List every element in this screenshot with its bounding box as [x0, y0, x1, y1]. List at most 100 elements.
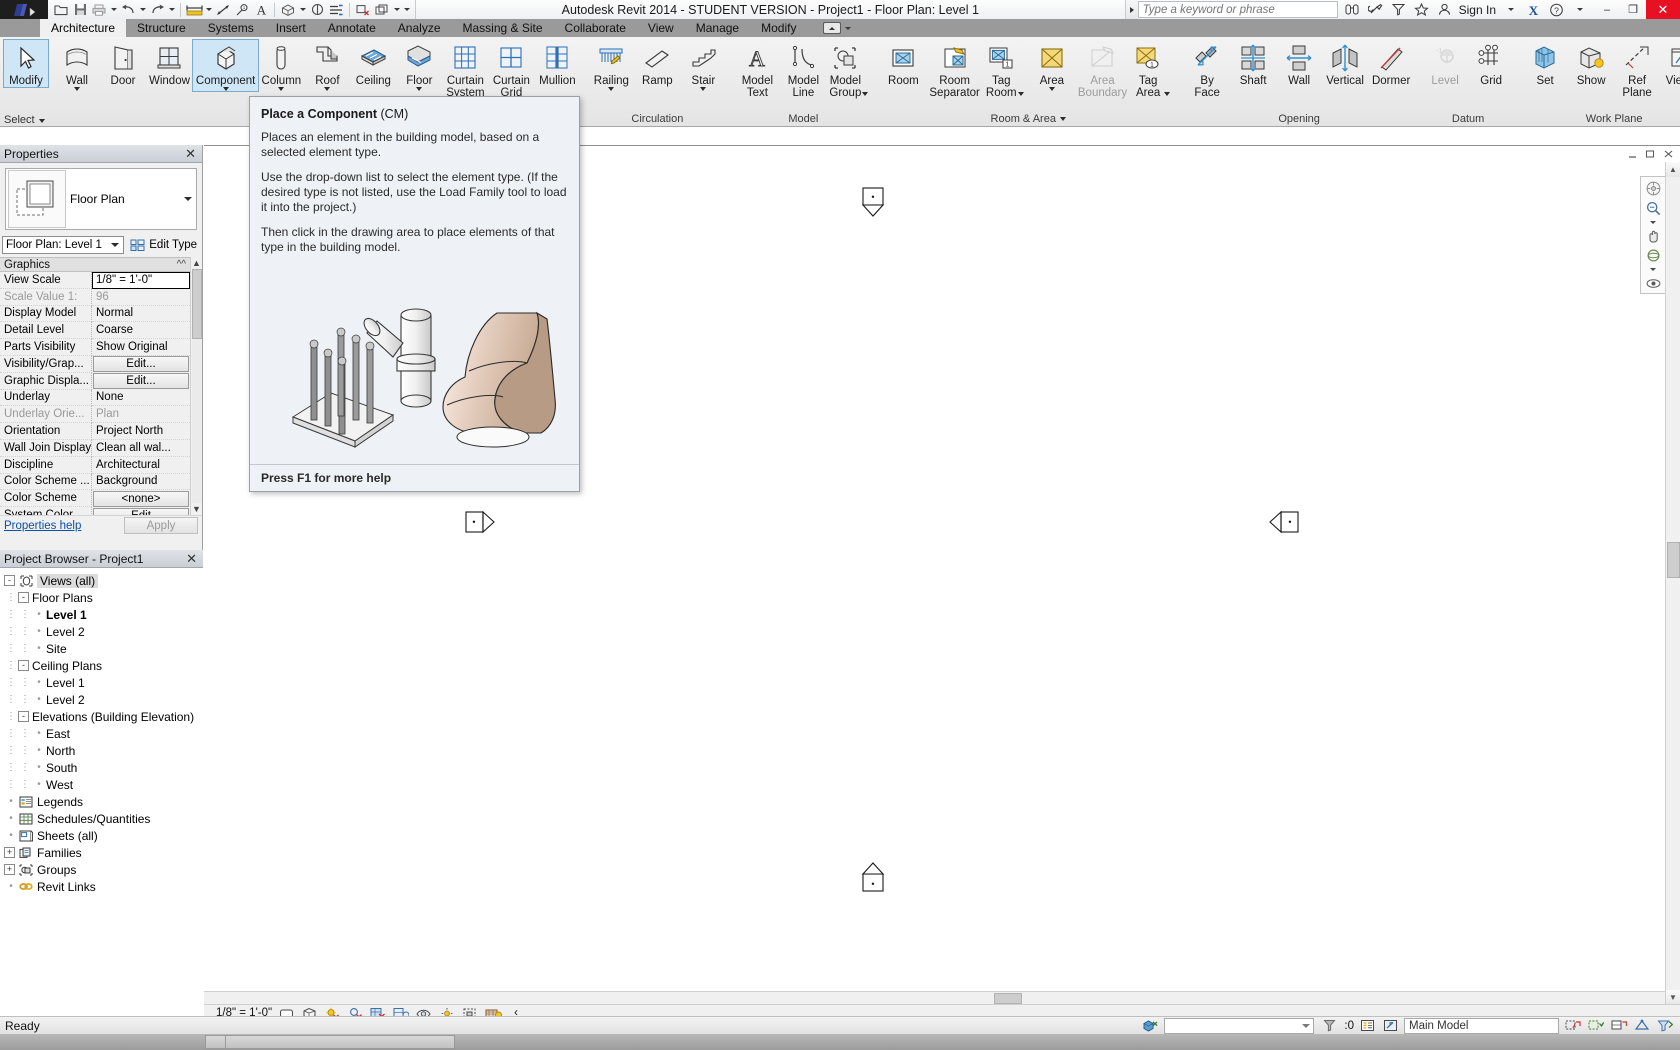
graphics-group-header[interactable]: Graphics ^^ — [0, 257, 190, 272]
tag-icon[interactable]: 1 — [233, 1, 251, 18]
property-value[interactable]: Show Original — [92, 339, 190, 356]
ribbon-tab-modify[interactable]: Modify — [750, 19, 807, 37]
design-options-display-icon[interactable] — [1381, 1018, 1400, 1034]
property-value[interactable]: None — [92, 390, 190, 407]
ribbon-tab-structure[interactable]: Structure — [126, 19, 197, 37]
property-row[interactable]: Scale Value 1: 96 — [0, 288, 190, 306]
filter-status-icon[interactable] — [1563, 1018, 1582, 1034]
worksets-icon[interactable] — [1358, 1018, 1377, 1034]
ribbon-button-modify[interactable]: Modify — [3, 39, 49, 88]
west-elevation-marker[interactable]: • — [464, 509, 496, 538]
measure-dropdown-arrow[interactable] — [204, 1, 213, 18]
edit-type-button[interactable]: Edit Type — [127, 238, 200, 252]
property-value[interactable]: 1/8" = 1'-0" — [92, 272, 190, 289]
apply-button[interactable]: Apply — [124, 517, 198, 534]
canvas-horizontal-scrollbar[interactable] — [204, 991, 1665, 1005]
subscription-wrench-icon[interactable] — [1365, 1, 1386, 19]
ribbon-button-model-group[interactable]: Model Group — [826, 40, 872, 99]
application-menu-button[interactable] — [0, 0, 48, 19]
search-input[interactable] — [1137, 1, 1338, 18]
undo-dropdown-arrow[interactable] — [138, 1, 147, 18]
property-value[interactable]: Coarse — [92, 322, 190, 340]
property-row[interactable]: Color Scheme ... Background — [0, 473, 190, 491]
ribbon-button-door[interactable]: Door — [100, 40, 146, 87]
scroll-track[interactable] — [191, 339, 202, 503]
dropdown-arrow-icon[interactable] — [608, 87, 614, 91]
view3d-dropdown-arrow[interactable] — [298, 1, 307, 18]
tree-node-schedules-quantities[interactable]: • Schedules/Quantities — [4, 810, 203, 827]
search-expand-arrow[interactable] — [1125, 0, 1138, 19]
property-row[interactable]: Wall Join Display Clean all wal... — [0, 439, 190, 457]
scroll-down-icon[interactable]: ▼ — [1666, 990, 1680, 1005]
ribbon-button-wall[interactable]: Wall — [1276, 40, 1322, 87]
tree-node-site[interactable]: ⋮ ⋮ • Site — [4, 640, 203, 657]
sign-in-button[interactable]: Sign In — [1457, 3, 1498, 17]
close-hidden-windows-icon[interactable] — [354, 1, 372, 18]
property-value[interactable]: Edit — [93, 507, 189, 515]
ribbon-button-by-face[interactable]: By Face — [1184, 40, 1230, 99]
property-row[interactable]: Visibility/Grap... Edit... — [0, 355, 190, 373]
ribbon-tab-massing-site[interactable]: Massing & Site — [452, 19, 554, 37]
filter-icon[interactable] — [1318, 1018, 1340, 1034]
ribbon-button-model-text[interactable]: A Model Text — [734, 40, 780, 99]
dropdown-arrow-icon[interactable] — [278, 87, 284, 91]
default-3d-view-icon[interactable] — [279, 1, 297, 18]
redo-dropdown-arrow[interactable] — [167, 1, 176, 18]
steering-wheel-icon[interactable] — [1642, 179, 1664, 198]
panel-label-select[interactable]: Select — [0, 114, 50, 126]
ribbon-button-show[interactable]: Show — [1568, 40, 1614, 87]
tree-node-level-2[interactable]: ⋮ ⋮ • Level 2 — [4, 623, 203, 640]
print-icon[interactable] — [90, 1, 108, 18]
tree-node-groups[interactable]: + Groups — [4, 861, 203, 878]
design-options-icon[interactable] — [1141, 1018, 1160, 1034]
section-icon[interactable] — [308, 1, 326, 18]
pan-icon[interactable] — [1642, 227, 1664, 246]
quick-access-toolbar[interactable]: 1 A — [48, 0, 416, 19]
switch-windows-dropdown-arrow[interactable] — [392, 1, 401, 18]
look-icon[interactable] — [1642, 274, 1664, 293]
workset-selector[interactable]: Main Model — [1404, 1017, 1559, 1034]
ribbon-button-set[interactable]: Set — [1522, 40, 1568, 87]
ribbon-button-roof[interactable]: Roof — [304, 40, 350, 91]
dropdown-arrow-icon[interactable] — [324, 87, 330, 91]
type-selector[interactable]: Floor Plan: Level 1 — [2, 236, 125, 254]
measure-icon[interactable] — [185, 1, 203, 18]
ribbon-button-window[interactable]: Window — [146, 40, 193, 87]
tree-node-revit-links[interactable]: • Revit Links — [4, 878, 203, 895]
aligned-dimension-icon[interactable] — [214, 1, 232, 18]
tree-node-level-1[interactable]: ⋮ ⋮ • Level 1 — [4, 674, 203, 691]
save-icon[interactable] — [71, 1, 89, 18]
horizontal-scroll-thumb[interactable] — [994, 993, 1022, 1004]
ribbon-button-curtain-grid[interactable]: Curtain Grid — [488, 40, 534, 99]
property-value[interactable]: Clean all wal... — [92, 440, 190, 457]
close-button[interactable]: ✕ — [1646, 0, 1680, 19]
property-value[interactable]: Architectural — [92, 457, 190, 474]
tree-node-families[interactable]: + Families — [4, 844, 203, 861]
ribbon-tab-insert[interactable]: Insert — [265, 19, 317, 37]
view-minimize-icon[interactable] — [1626, 148, 1638, 160]
ribbon-button-dormer[interactable]: Dormer — [1368, 40, 1414, 87]
maximize-button[interactable]: ❐ — [1620, 0, 1646, 19]
properties-help-link[interactable]: Properties help — [4, 520, 81, 532]
ribbon-tab-manage[interactable]: Manage — [685, 19, 750, 37]
property-row[interactable]: Detail Level Coarse — [0, 322, 190, 340]
property-row[interactable]: Color Scheme <none> — [0, 490, 190, 508]
scroll-down-icon[interactable]: ▼ — [192, 503, 201, 515]
property-value[interactable]: Edit... — [93, 373, 189, 390]
orbit-icon[interactable] — [1642, 246, 1664, 265]
ribbon-tab-systems[interactable]: Systems — [197, 19, 265, 37]
favorites-star-icon[interactable] — [1411, 1, 1432, 19]
minimize-button[interactable]: – — [1594, 0, 1620, 19]
north-elevation-marker[interactable]: • — [860, 186, 886, 221]
property-row[interactable]: Graphic Displa... Edit... — [0, 372, 190, 390]
open-icon[interactable] — [52, 1, 70, 18]
chevron-down-icon[interactable] — [39, 114, 45, 126]
qat-customize-arrow[interactable] — [402, 1, 411, 18]
vertical-scroll-thumb[interactable] — [1667, 542, 1680, 578]
ribbon-button-model-line[interactable]: Model Line — [780, 40, 826, 99]
ribbon-button-shaft[interactable]: Shaft — [1230, 40, 1276, 87]
tree-node-east[interactable]: ⋮ ⋮ • East — [4, 725, 203, 742]
ribbon-button-wall[interactable]: Wall — [54, 40, 100, 91]
canvas-vertical-scrollbar[interactable]: ▲ ▼ — [1665, 162, 1680, 1005]
chevron-down-icon[interactable] — [111, 243, 119, 247]
